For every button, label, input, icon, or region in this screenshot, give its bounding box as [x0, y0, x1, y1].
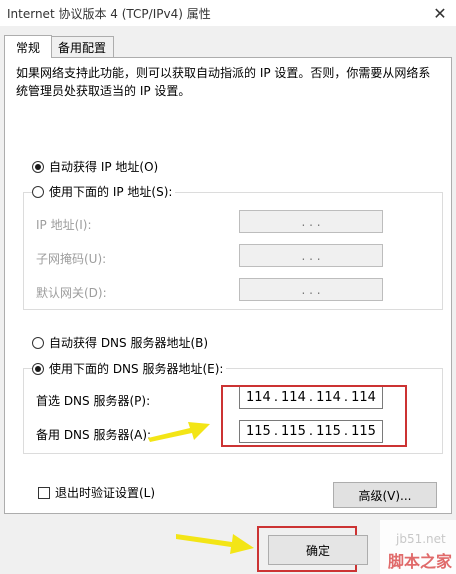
preferred-dns-label: 首选 DNS 服务器(P): — [36, 394, 151, 408]
radio-auto-ip-label: 自动获得 IP 地址(O) — [49, 160, 159, 174]
radio-checked-icon — [32, 160, 44, 173]
tab-alternate-config[interactable]: 备用配置 — [50, 36, 114, 58]
ip-address-label: IP 地址(I): — [36, 218, 92, 232]
validate-checkbox-label: 退出时验证设置(L) — [55, 486, 156, 500]
tab-general[interactable]: 常规 — [4, 35, 52, 58]
radio-manual-dns-label: 使用下面的 DNS 服务器地址(E): — [49, 362, 224, 376]
radio-manual-ip[interactable]: 使用下面的 IP 地址(S): — [32, 183, 176, 200]
watermark-name: 脚本之家 — [388, 552, 453, 571]
watermark-site: jb51.net — [396, 532, 446, 546]
subnet-mask-label: 子网掩码(U): — [36, 252, 107, 266]
close-icon[interactable]: ✕ — [424, 0, 456, 26]
arrow-annotation-icon — [148, 422, 210, 442]
arrow-annotation-icon — [176, 534, 254, 554]
advanced-button[interactable]: 高级(V)... — [333, 482, 437, 508]
ok-button[interactable]: 确定 — [268, 535, 368, 565]
radio-auto-dns[interactable]: 自动获得 DNS 服务器地址(B) — [32, 334, 208, 351]
radio-unchecked-icon — [32, 336, 44, 349]
radio-unchecked-icon — [32, 185, 44, 198]
radio-manual-ip-label: 使用下面的 IP 地址(S): — [49, 185, 173, 199]
checkbox-icon — [38, 486, 50, 499]
radio-auto-ip[interactable]: 自动获得 IP 地址(O) — [32, 158, 158, 175]
default-gateway-label: 默认网关(D): — [36, 286, 107, 300]
tab-panel-general: 如果网络支持此功能，则可以获取自动指派的 IP 设置。否则，你需要从网络系统管理… — [4, 57, 452, 514]
window-title: Internet 协议版本 4 (TCP/IPv4) 属性 — [7, 7, 211, 21]
validate-checkbox[interactable]: 退出时验证设置(L) — [38, 484, 155, 501]
title-bar: Internet 协议版本 4 (TCP/IPv4) 属性 ✕ — [0, 0, 456, 26]
alternate-dns-label: 备用 DNS 服务器(A): — [36, 428, 152, 442]
subnet-mask-input[interactable]: . . . — [239, 244, 383, 267]
radio-auto-dns-label: 自动获得 DNS 服务器地址(B) — [49, 336, 209, 350]
description-text: 如果网络支持此功能，则可以获取自动指派的 IP 设置。否则，你需要从网络系统管理… — [16, 66, 431, 98]
radio-manual-dns[interactable]: 使用下面的 DNS 服务器地址(E): — [32, 360, 227, 377]
default-gateway-input[interactable]: . . . — [239, 278, 383, 301]
dns-highlight-box — [221, 385, 407, 447]
ip-address-input[interactable]: . . . — [239, 210, 383, 233]
radio-checked-icon — [32, 362, 44, 375]
